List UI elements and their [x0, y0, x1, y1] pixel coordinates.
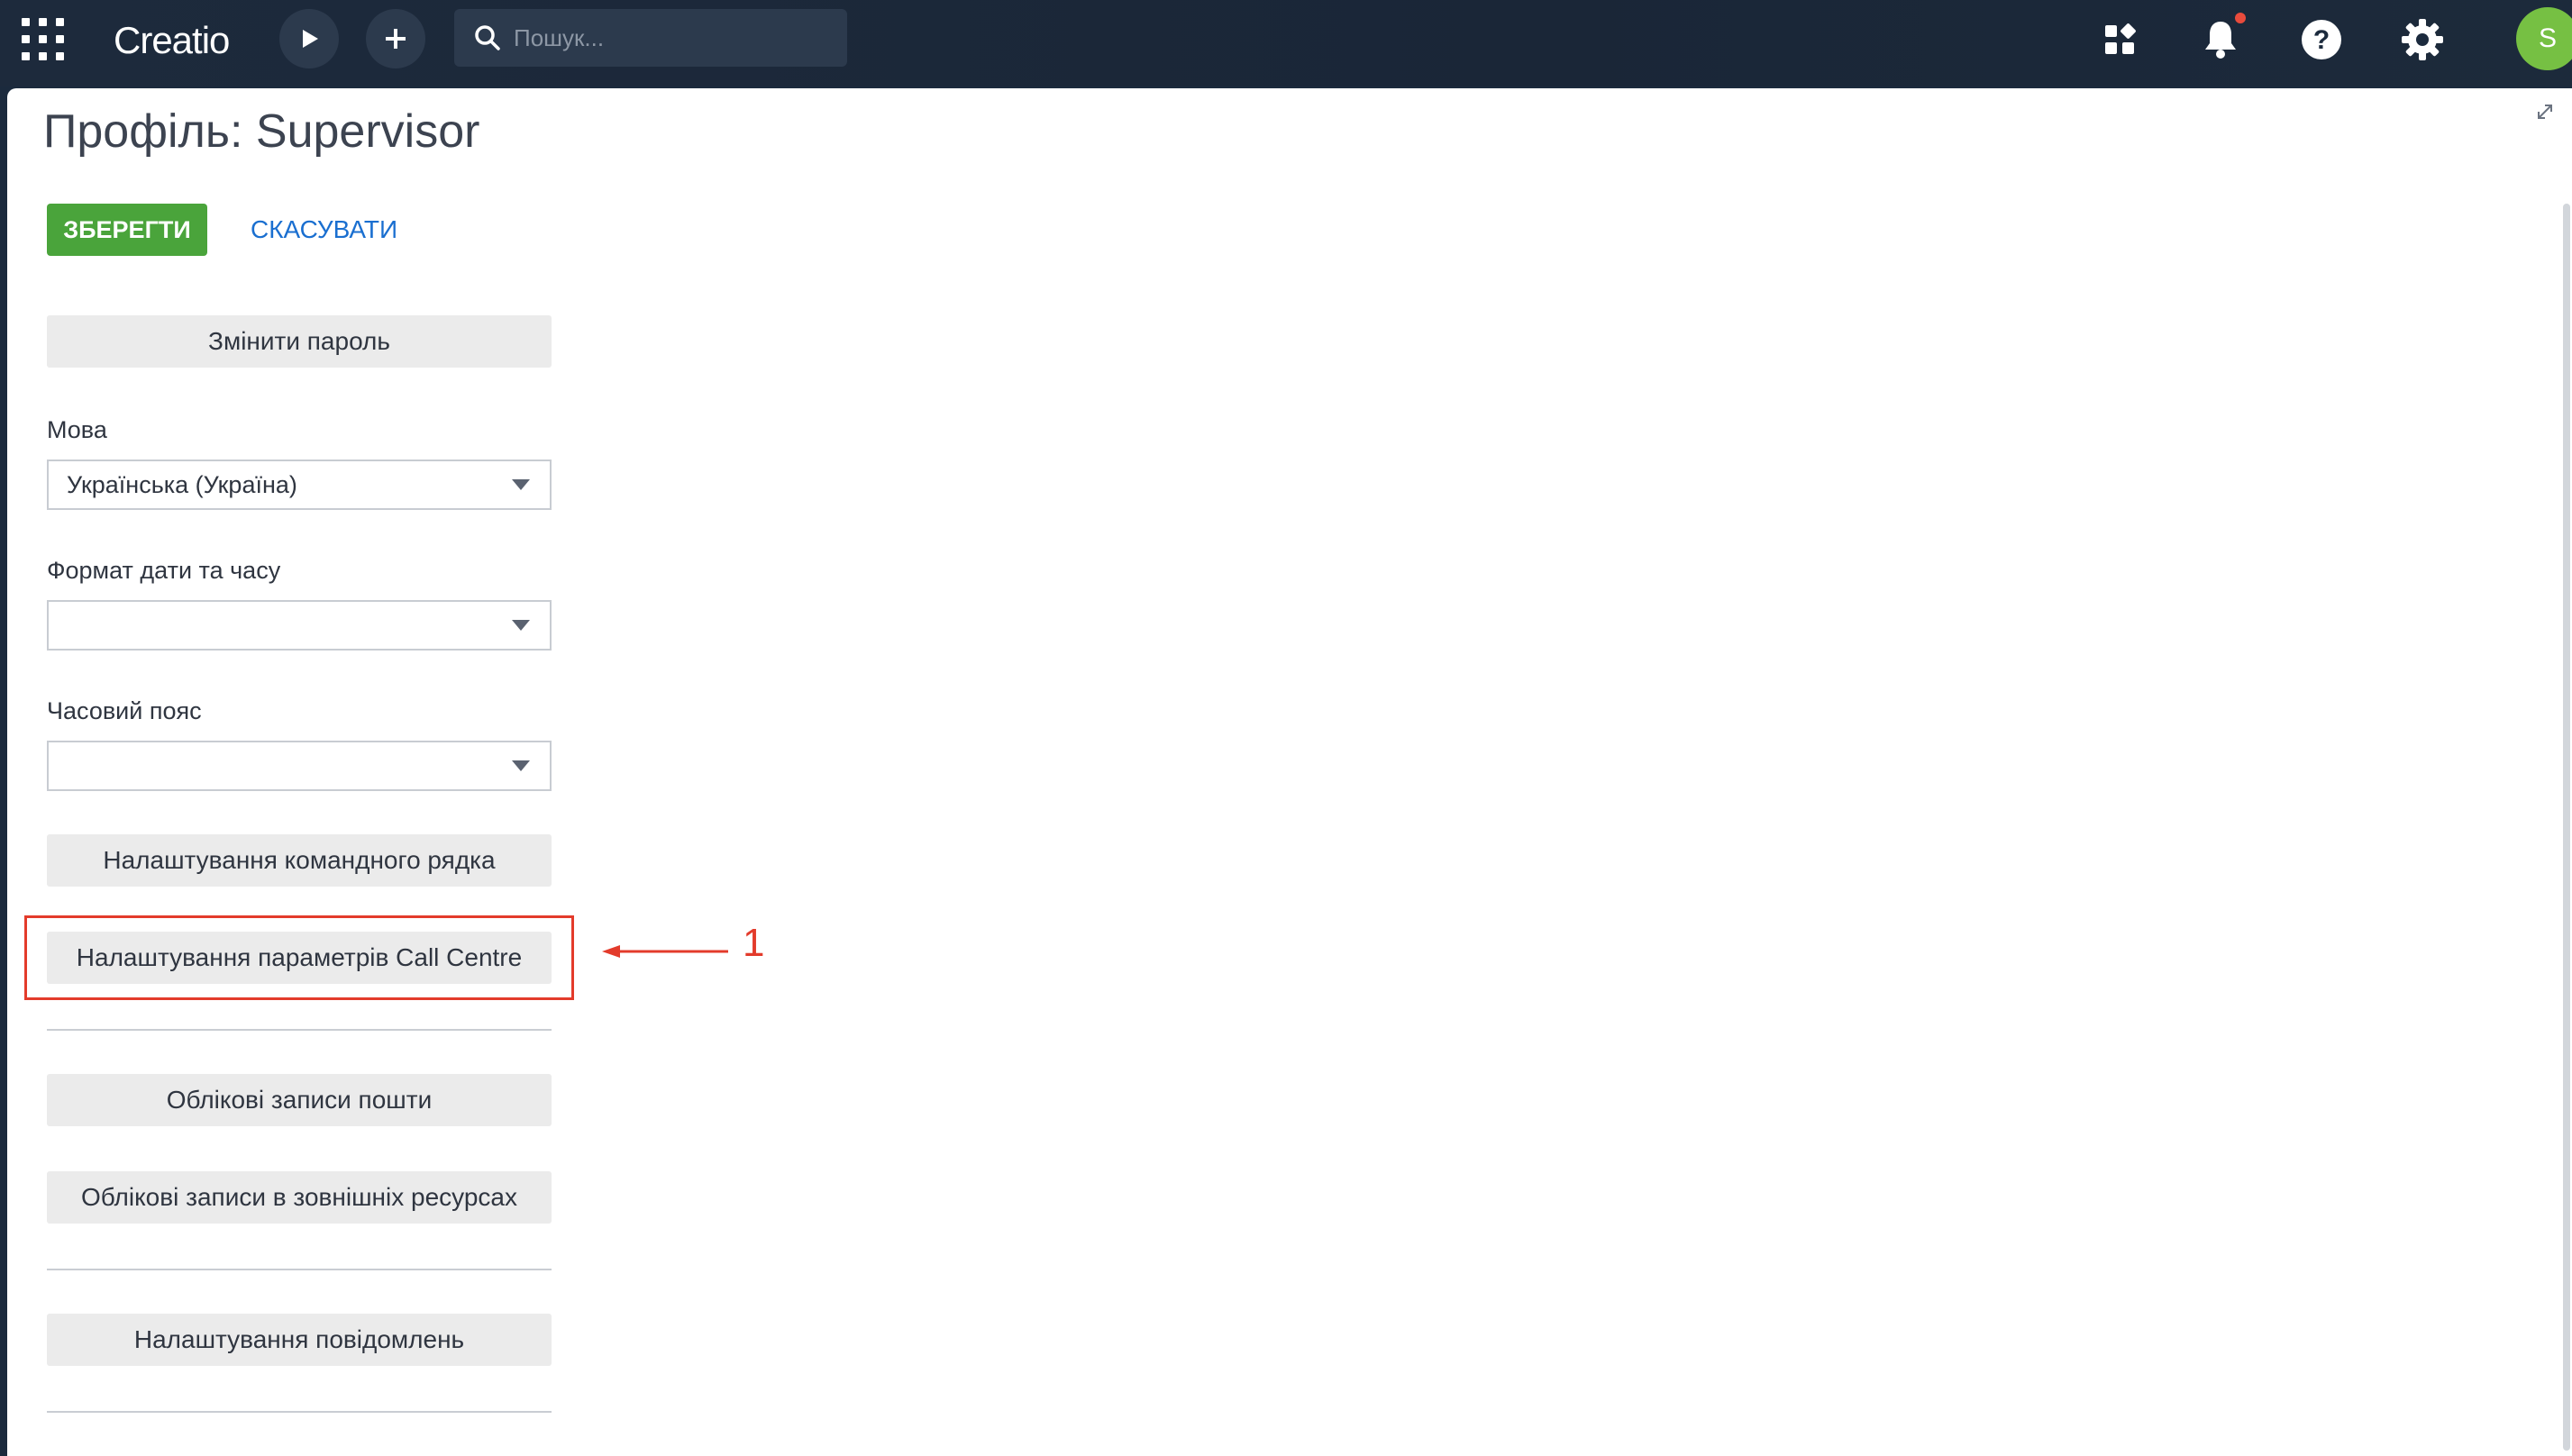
change-password-button[interactable]: Змінити пароль: [47, 315, 552, 368]
language-select[interactable]: Українська (Україна): [47, 460, 552, 510]
run-process-button[interactable]: [279, 9, 339, 68]
language-value: Українська (Україна): [67, 471, 297, 498]
global-search[interactable]: [454, 9, 847, 67]
command-line-settings-button[interactable]: Налаштування командного рядка: [47, 834, 552, 887]
timezone-label: Часовий пояс: [47, 697, 202, 724]
profile-page: Профіль: Supervisor ЗБЕРЕГТИ СКАСУВАТИ З…: [7, 88, 2572, 1456]
cancel-button[interactable]: СКАСУВАТИ: [243, 204, 405, 256]
page-title: Профіль: Supervisor: [43, 105, 480, 158]
search-icon: [475, 25, 500, 50]
notification-badge: [2235, 13, 2246, 23]
save-button[interactable]: ЗБЕРЕГТИ: [47, 204, 207, 256]
divider: [47, 1269, 552, 1270]
annotation-highlight-box: [24, 915, 574, 1000]
divider: [47, 1029, 552, 1031]
app-menu-grid-icon[interactable]: [22, 18, 65, 61]
apps-icon[interactable]: [2093, 13, 2147, 67]
svg-text:?: ?: [2313, 25, 2330, 55]
help-icon[interactable]: ?: [2294, 13, 2349, 67]
chevron-down-icon: [512, 620, 530, 631]
mail-accounts-button[interactable]: Облікові записи пошти: [47, 1074, 552, 1126]
annotation-number: 1: [743, 921, 765, 965]
expand-icon[interactable]: [2534, 101, 2556, 123]
chevron-down-icon: [512, 760, 530, 771]
language-label: Мова: [47, 416, 107, 443]
play-icon: [303, 30, 318, 48]
divider: [47, 1411, 552, 1413]
timezone-select[interactable]: [47, 741, 552, 791]
external-accounts-button[interactable]: Облікові записи в зовнішніх ресурсах: [47, 1171, 552, 1224]
creatio-logo[interactable]: Creatio: [114, 18, 230, 63]
add-button[interactable]: [366, 9, 425, 68]
datetime-format-select[interactable]: [47, 600, 552, 651]
scrollbar[interactable]: [2563, 204, 2570, 1451]
gear-icon[interactable]: [2395, 13, 2449, 67]
annotation-arrow-icon: [602, 945, 728, 958]
notification-settings-button[interactable]: Налаштування повідомлень: [47, 1314, 552, 1366]
top-bar: Creatio ?: [0, 0, 2572, 86]
user-avatar[interactable]: S: [2516, 7, 2572, 70]
plus-icon: [386, 29, 406, 49]
chevron-down-icon: [512, 479, 530, 490]
datetime-format-label: Формат дати та часу: [47, 557, 281, 584]
search-input[interactable]: [512, 23, 840, 53]
